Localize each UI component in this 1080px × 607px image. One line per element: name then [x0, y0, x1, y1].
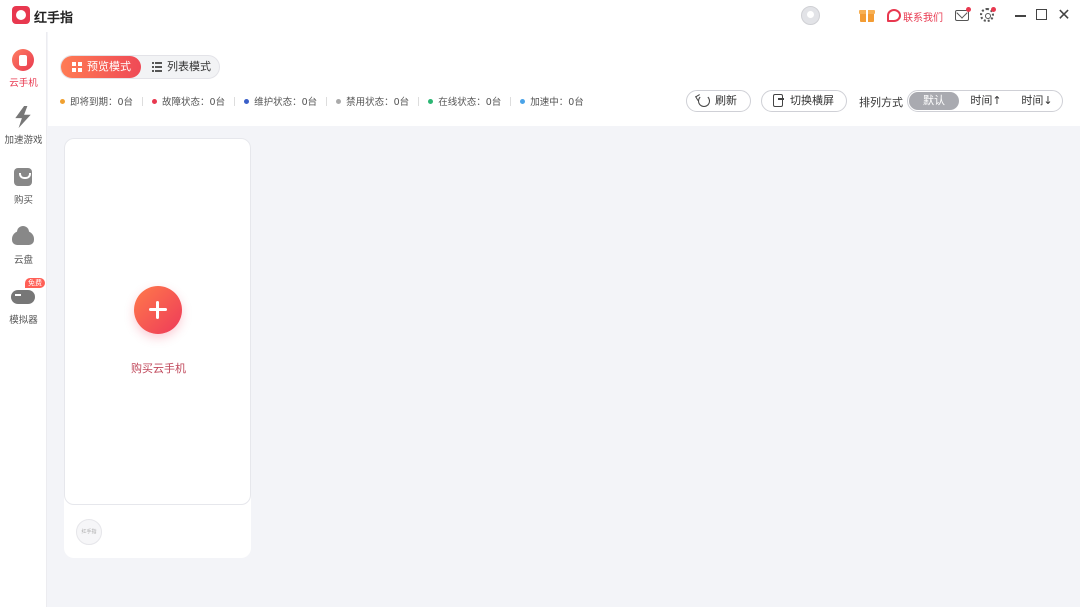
- shopping-bag-icon: [14, 168, 32, 186]
- chat-icon[interactable]: [887, 9, 901, 22]
- free-badge: 免费: [25, 278, 45, 288]
- status-separator: [234, 97, 235, 106]
- add-plus-icon[interactable]: [134, 286, 182, 334]
- status-dot-icon: [60, 99, 65, 104]
- sidebar-item-label: 加速游戏: [0, 132, 47, 146]
- user-avatar[interactable]: [801, 6, 820, 25]
- status-dot-icon: [336, 99, 341, 104]
- sidebar-item-cloud-phone[interactable]: 云手机: [0, 49, 47, 99]
- sidebar: 云手机 加速游戏 购买 云盘 免费 模拟器: [0, 32, 47, 607]
- refresh-icon: [698, 95, 710, 107]
- sidebar-item-label: 购买: [0, 192, 47, 206]
- status-dot-icon: [244, 99, 249, 104]
- status-dot-icon: [428, 99, 433, 104]
- title-bar: 红手指 联系我们 ✕: [0, 0, 1080, 32]
- list-mode-tab[interactable]: 列表模式: [141, 56, 221, 78]
- card-body: 购买云手机: [64, 138, 251, 505]
- status-item: 加速中：0台: [520, 94, 584, 108]
- settings-notification-dot: [991, 7, 996, 12]
- status-separator: [326, 97, 327, 106]
- status-summary: 即将到期：0台 故障状态：0台 维护状态：0台 禁用状态：0台 在线状态：0台 加速中：0…: [60, 94, 584, 108]
- status-item: 故障状态：0台: [152, 94, 225, 108]
- status-item: 即将到期：0台: [60, 94, 133, 108]
- sort-label: 排列方式: [859, 94, 903, 110]
- rotate-screen-icon: [773, 94, 783, 107]
- status-label: 维护状态：0台: [254, 94, 317, 108]
- minimize-button[interactable]: [1015, 15, 1026, 17]
- status-label: 故障状态：0台: [162, 94, 225, 108]
- gamepad-icon: [11, 290, 35, 304]
- mail-notification-dot: [966, 7, 971, 12]
- view-mode-switch: 预览模式 列表模式: [60, 55, 220, 79]
- preview-mode-label: 预览模式: [87, 60, 131, 73]
- status-separator: [510, 97, 511, 106]
- buy-cloud-phone-card[interactable]: 购买云手机 红手指: [64, 138, 251, 558]
- status-separator: [418, 97, 419, 106]
- switch-landscape-button[interactable]: 切换横屏: [761, 90, 847, 112]
- sidebar-item-emulator[interactable]: 免费 模拟器: [0, 286, 47, 336]
- status-item: 在线状态：0台: [428, 94, 501, 108]
- status-item: 禁用状态：0台: [336, 94, 409, 108]
- sidebar-item-buy[interactable]: 购买: [0, 166, 47, 216]
- app-title: 红手指: [34, 7, 73, 26]
- status-label: 即将到期：0台: [70, 94, 133, 108]
- sidebar-item-accelerate-game[interactable]: 加速游戏: [0, 106, 47, 156]
- card-logo: 红手指: [76, 519, 102, 545]
- status-item: 维护状态：0台: [244, 94, 317, 108]
- status-label: 在线状态：0台: [438, 94, 501, 108]
- sort-option-time-desc[interactable]: 时间↓: [1014, 92, 1060, 110]
- sort-option-time-asc[interactable]: 时间↑: [963, 92, 1009, 110]
- preview-mode-tab[interactable]: 预览模式: [61, 56, 141, 78]
- buy-cloud-phone-label: 购买云手机: [65, 360, 252, 376]
- sidebar-item-label: 云盘: [0, 252, 47, 266]
- lightning-icon: [12, 106, 34, 128]
- gift-icon[interactable]: [860, 8, 874, 22]
- switch-landscape-label: 切换横屏: [790, 94, 834, 107]
- cloud-phone-icon: [12, 49, 34, 71]
- status-dot-icon: [520, 99, 525, 104]
- contact-us-link[interactable]: 联系我们: [903, 9, 943, 24]
- status-label: 禁用状态：0台: [346, 94, 409, 108]
- cloud-icon: [12, 231, 34, 245]
- status-dot-icon: [152, 99, 157, 104]
- list-icon: [152, 62, 162, 72]
- close-button[interactable]: ✕: [1057, 6, 1071, 24]
- sidebar-item-label: 云手机: [0, 75, 47, 89]
- sidebar-item-cloud-disk[interactable]: 云盘: [0, 226, 47, 276]
- sidebar-item-label: 模拟器: [0, 312, 47, 326]
- status-label: 加速中：0台: [530, 94, 584, 108]
- maximize-button[interactable]: [1036, 9, 1047, 20]
- app-logo-icon: [12, 6, 30, 24]
- grid-icon: [72, 62, 82, 72]
- sort-option-default[interactable]: 默认: [909, 92, 959, 110]
- refresh-button[interactable]: 刷新: [686, 90, 751, 112]
- sort-options: 默认 时间↑ 时间↓: [907, 90, 1063, 112]
- refresh-label: 刷新: [715, 94, 737, 107]
- list-mode-label: 列表模式: [167, 60, 211, 73]
- status-separator: [142, 97, 143, 106]
